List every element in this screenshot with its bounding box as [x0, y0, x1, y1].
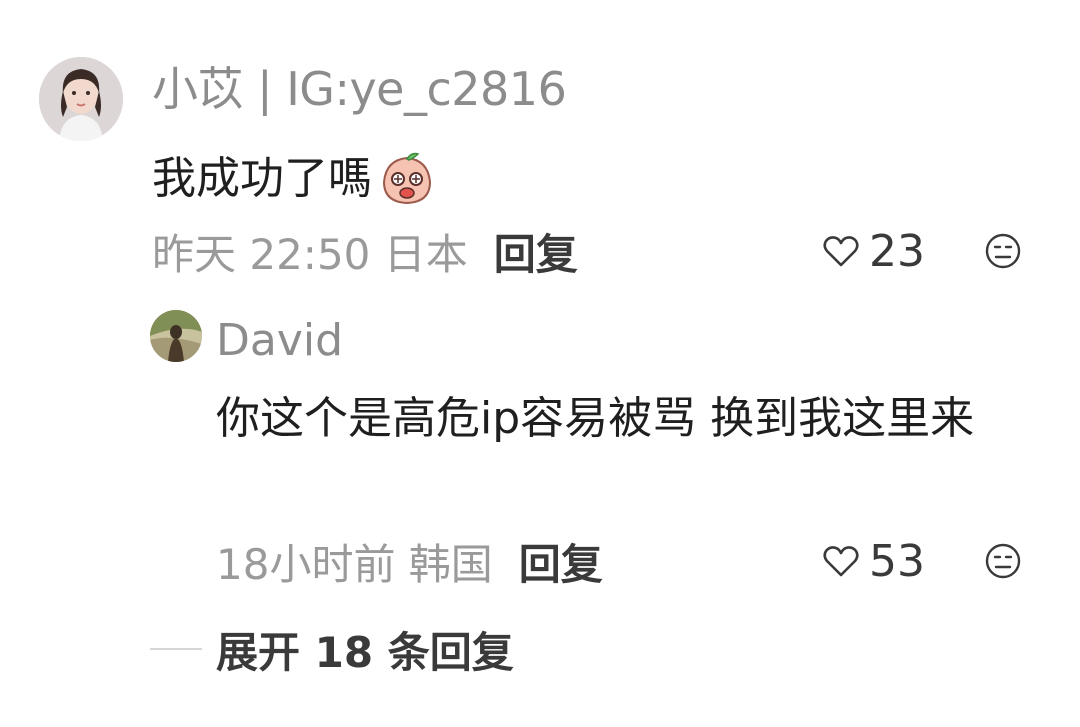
expand-replies-label: 展开 18 条回复	[216, 627, 514, 677]
comment-meta-row: 昨天 22:50 日本 回复 23	[0, 222, 1080, 280]
comment-text: 我成功了嗎	[152, 146, 436, 212]
reply-avatar-photo	[150, 310, 202, 362]
like-button[interactable]: 23	[821, 222, 925, 280]
shocked-peach-emoji-icon	[382, 152, 432, 205]
comment-body: 我成功了嗎	[152, 153, 372, 204]
expand-divider	[150, 648, 202, 650]
reply-username[interactable]: David	[216, 310, 343, 372]
reply-avatar[interactable]	[150, 310, 202, 362]
username[interactable]: 小苡 | IG:ye_c2816	[152, 56, 567, 122]
avatar-photo	[39, 57, 123, 141]
reply-like-count: 53	[869, 535, 925, 587]
like-count: 23	[869, 225, 925, 277]
timestamp-location: 昨天 22:50 日本	[152, 229, 468, 279]
reply-reply-button[interactable]: 回复	[519, 531, 603, 592]
meh-face-icon[interactable]	[984, 232, 1022, 270]
reply-timestamp-location: 18小时前 韩国	[216, 539, 493, 589]
reply-like-button[interactable]: 53	[821, 532, 925, 590]
meh-face-icon[interactable]	[984, 542, 1022, 580]
avatar[interactable]	[39, 57, 123, 141]
heart-outline-icon	[823, 546, 859, 577]
reply-text: 你这个是高危ip容易被骂 换到我这里来	[216, 393, 975, 444]
reply-meta-row: 18小时前 韩国 回复 53	[0, 532, 1080, 590]
expand-replies-button[interactable]: 展开 18 条回复	[150, 618, 514, 680]
heart-outline-icon	[823, 236, 859, 267]
reply-button[interactable]: 回复	[494, 221, 578, 282]
